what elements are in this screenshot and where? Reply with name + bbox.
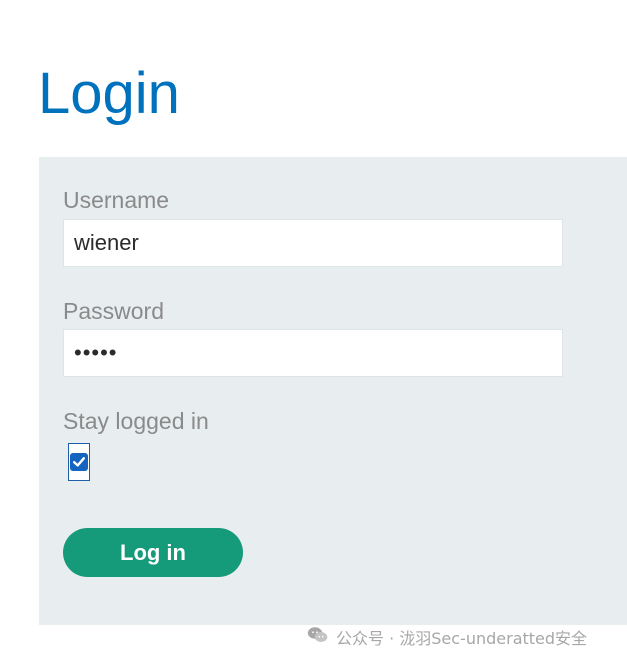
username-label: Username	[63, 187, 170, 213]
checkbox-checked-state	[70, 453, 88, 471]
page-title: Login	[38, 61, 180, 126]
password-label: Password	[63, 298, 164, 324]
username-input[interactable]	[63, 219, 563, 267]
login-form: Username Password Stay logged in Log in	[39, 157, 627, 625]
password-input[interactable]	[63, 329, 563, 377]
stay-logged-in-checkbox[interactable]	[68, 443, 90, 481]
stay-logged-in-label: Stay logged in	[63, 408, 209, 434]
login-button[interactable]: Log in	[63, 528, 243, 577]
watermark-text: 公众号 · 泷羽Sec-underatted安全	[336, 629, 588, 648]
wechat-icon	[306, 625, 330, 649]
watermark: 公众号 · 泷羽Sec-underatted安全	[306, 625, 587, 649]
login-page: Login Username Password Stay logged in L…	[0, 0, 627, 662]
checkmark-icon	[73, 457, 85, 467]
